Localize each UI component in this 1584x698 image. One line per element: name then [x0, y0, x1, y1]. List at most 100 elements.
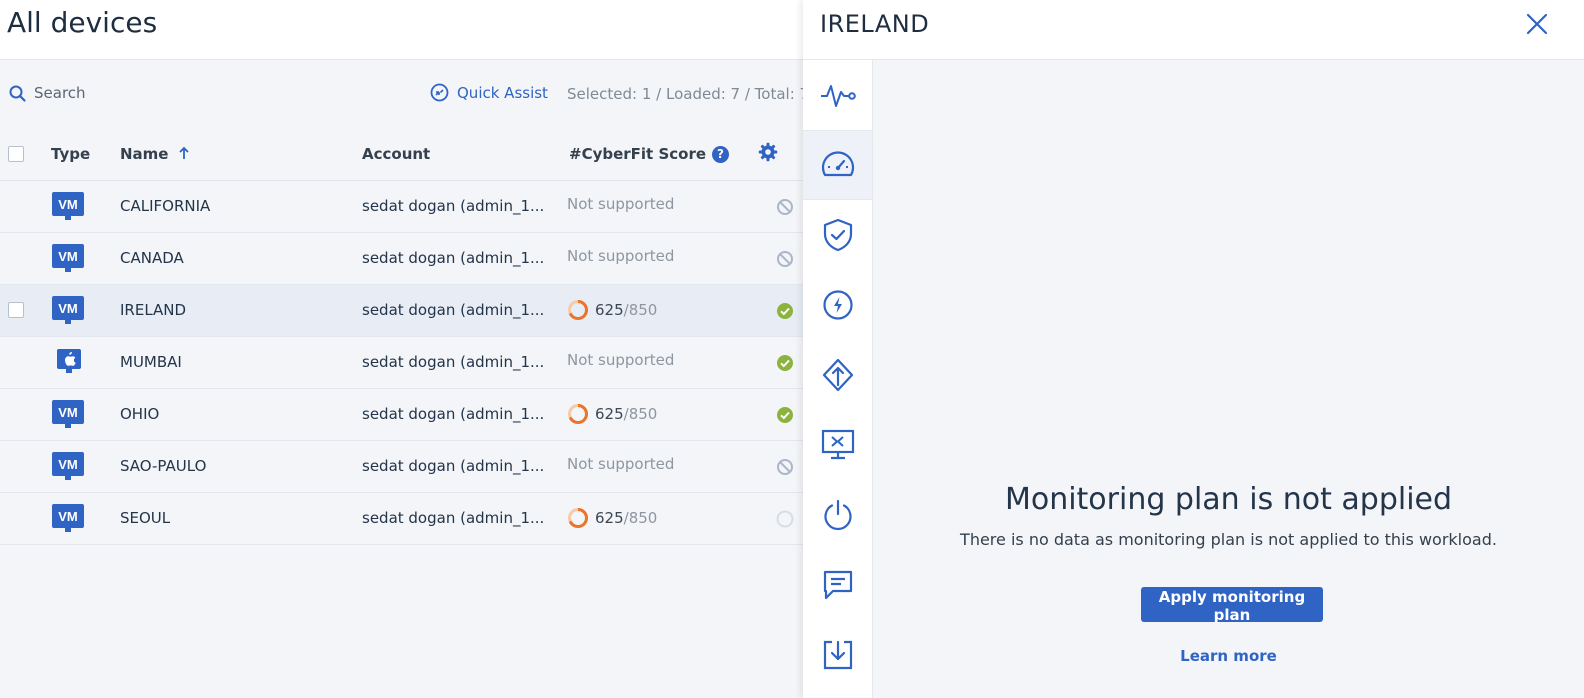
download-icon: [823, 640, 852, 670]
not-supported-icon: [777, 199, 793, 215]
rail-item-dashboard[interactable]: [803, 130, 872, 200]
score-value: 625: [595, 405, 624, 423]
chat-icon: [823, 570, 852, 600]
device-name[interactable]: OHIO: [120, 405, 159, 423]
score-text: Not supported: [567, 247, 675, 265]
quick-assist-label: Quick Assist: [457, 83, 548, 102]
not-supported-icon: [777, 459, 793, 475]
device-name[interactable]: IRELAND: [120, 301, 186, 319]
table-row[interactable]: VM SEOUL sedat dogan (admin_1... 625/850: [0, 493, 803, 545]
rail-item-chat[interactable]: [803, 550, 872, 620]
score-value: 625: [595, 301, 624, 319]
column-account[interactable]: Account: [362, 145, 430, 163]
rail-item-activity[interactable]: [803, 60, 872, 130]
power-icon: [823, 499, 852, 530]
rail-item-power[interactable]: [803, 480, 872, 550]
select-all-checkbox[interactable]: [8, 146, 24, 162]
toolbar: Search Quick Assist Selected: 1 / Loaded…: [0, 60, 809, 128]
deploy-icon: [822, 358, 853, 392]
table-row[interactable]: VM OHIO sedat dogan (admin_1... 625/850: [0, 389, 803, 441]
score-text: Not supported: [567, 195, 675, 213]
monitoring-content: Monitoring plan is not applied There is …: [873, 60, 1584, 698]
panel-side-rail: [803, 60, 873, 698]
cyberfit-score[interactable]: 625/850: [567, 507, 657, 529]
score-ring-icon: [568, 508, 588, 528]
device-table-body: VM CALIFORNIA sedat dogan (admin_1... No…: [0, 181, 803, 545]
svg-text:VM: VM: [58, 509, 78, 524]
rail-item-protection[interactable]: [803, 200, 872, 270]
apply-monitoring-plan-button[interactable]: Apply monitoring plan: [1141, 587, 1323, 624]
learn-more-link[interactable]: Learn more: [873, 647, 1584, 665]
device-name[interactable]: CANADA: [120, 249, 184, 267]
column-name[interactable]: Name: [120, 145, 190, 163]
svg-text:VM: VM: [58, 249, 78, 264]
rail-item-remote-desktop[interactable]: [803, 410, 872, 480]
device-account: sedat dogan (admin_1...: [362, 301, 545, 319]
cyberfit-score: Not supported: [567, 247, 674, 265]
search-placeholder: Search: [34, 84, 86, 102]
check-circle-icon: [777, 355, 793, 371]
quick-assist-icon: [430, 83, 449, 102]
table-row[interactable]: VM IRELAND sedat dogan (admin_1... 625/8…: [0, 285, 803, 337]
cyberfit-score[interactable]: 625/850: [567, 403, 657, 425]
score-ring-icon: [568, 300, 588, 320]
cyberfit-score: Not supported: [567, 455, 674, 473]
svg-text:VM: VM: [58, 457, 78, 472]
device-account: sedat dogan (admin_1...: [362, 457, 545, 475]
table-row[interactable]: VM SAO-PAULO sedat dogan (admin_1... Not…: [0, 441, 803, 493]
remote-desktop-icon: [821, 429, 854, 460]
search-icon: [9, 85, 26, 102]
score-total: /850: [623, 301, 658, 319]
close-icon[interactable]: [1525, 12, 1549, 36]
rail-item-download[interactable]: [803, 620, 872, 690]
sort-ascending-icon: [179, 146, 189, 159]
cyberfit-score: Not supported: [567, 195, 674, 213]
vm-icon: VM: [52, 504, 84, 532]
page-title: All devices: [7, 6, 158, 39]
vm-icon: VM: [52, 192, 84, 220]
svg-text:VM: VM: [58, 301, 78, 316]
pending-status-icon: [776, 510, 794, 528]
column-cyberfit[interactable]: #CyberFit Score?: [569, 145, 730, 163]
table-row[interactable]: MUMBAI sedat dogan (admin_1... Not suppo…: [0, 337, 803, 389]
svg-text:VM: VM: [58, 197, 78, 212]
score-total: /850: [623, 509, 658, 527]
mac-icon: [57, 349, 81, 373]
device-account: sedat dogan (admin_1...: [362, 353, 545, 371]
device-account: sedat dogan (admin_1...: [362, 405, 545, 423]
device-name[interactable]: SAO-PAULO: [120, 457, 206, 475]
table-row[interactable]: VM CALIFORNIA sedat dogan (admin_1... No…: [0, 181, 803, 233]
score-total: /850: [623, 405, 658, 423]
column-name-label: Name: [120, 145, 169, 163]
vm-icon: VM: [52, 296, 84, 324]
rail-item-actions[interactable]: [803, 270, 872, 340]
check-circle-icon: [777, 303, 793, 319]
help-icon[interactable]: ?: [712, 146, 730, 163]
cyberfit-score[interactable]: 625/850: [567, 299, 657, 321]
score-value: 625: [595, 509, 624, 527]
panel-header: IRELAND: [803, 0, 1584, 60]
score-ring-icon: [568, 404, 588, 424]
cyberfit-score: Not supported: [567, 351, 674, 369]
activity-icon: [820, 85, 856, 107]
column-type[interactable]: Type: [51, 145, 90, 163]
row-checkbox[interactable]: [8, 302, 24, 318]
dashboard-gauge-icon: [821, 151, 854, 177]
rail-item-deploy[interactable]: [803, 340, 872, 410]
page-header: All devices: [0, 0, 803, 60]
device-details-panel: IRELAND Monitoring plan is not applied T…: [803, 0, 1584, 698]
table-header: Type Name Account #CyberFit Score?: [0, 128, 803, 181]
panel-title: IRELAND: [820, 10, 930, 38]
device-name[interactable]: CALIFORNIA: [120, 197, 210, 215]
table-row[interactable]: VM CANADA sedat dogan (admin_1... Not su…: [0, 233, 803, 285]
device-name[interactable]: SEOUL: [120, 509, 170, 527]
svg-text:VM: VM: [58, 405, 78, 420]
search-input[interactable]: Search: [9, 84, 86, 102]
quick-assist-button[interactable]: Quick Assist: [430, 83, 548, 102]
gear-icon[interactable]: [758, 142, 778, 162]
lightning-icon: [822, 290, 853, 320]
device-name[interactable]: MUMBAI: [120, 353, 182, 371]
vm-icon: VM: [52, 452, 84, 480]
check-circle-icon: [777, 407, 793, 423]
device-account: sedat dogan (admin_1...: [362, 509, 545, 527]
